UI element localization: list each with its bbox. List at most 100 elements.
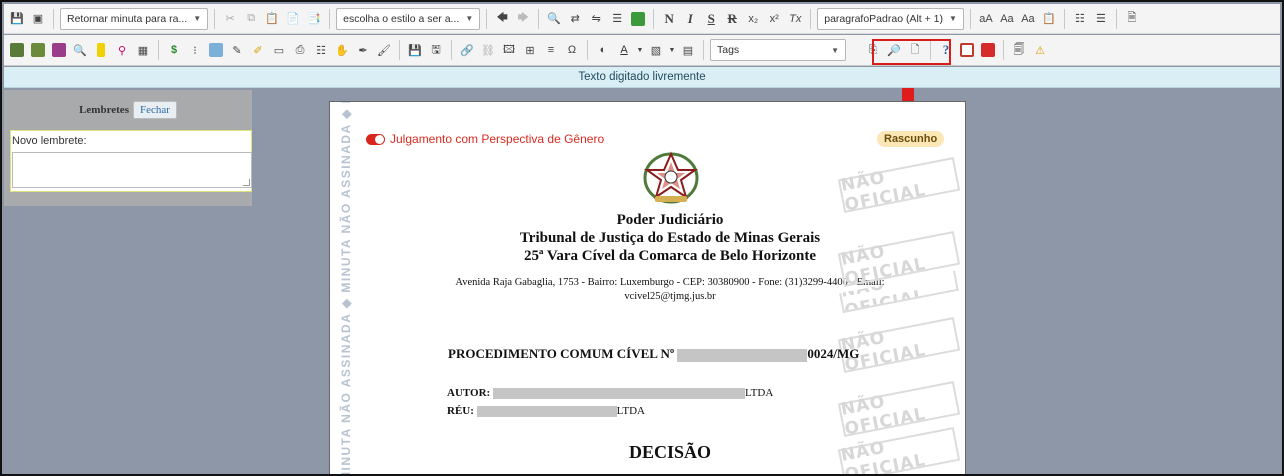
clear-format-button[interactable]: Tx [786, 10, 804, 28]
pencil-icon[interactable]: ✎ [228, 41, 246, 59]
image-icon[interactable]: 🖾 [500, 41, 518, 59]
toolbar-row-2: 🔍 ⚲ ▦ $ ⁝ ✎ ✐ ▭ ⎙ ☷ ✋ ✒ 🖌 💾 🖫 🔗 ⛓ 🖾 ⊞ ≡ … [4, 35, 1280, 66]
separator [969, 8, 971, 29]
chevron-down-icon[interactable]: ▼ [668, 41, 676, 59]
separator [1115, 8, 1117, 29]
new-reminder-box: Novo lembrete: [10, 130, 252, 192]
font-shrink-button[interactable]: Aa [998, 10, 1016, 28]
document-page[interactable]: MINUTA NÃO ASSINADA ◆ MINUTA NÃO ASSINAD… [329, 101, 966, 476]
case-suffix: 0024/MG [807, 346, 860, 361]
maximize-icon[interactable] [958, 41, 976, 59]
template-edit-icon[interactable] [50, 41, 68, 59]
save-all-icon[interactable]: 🖫 [427, 41, 445, 59]
spellcheck-icon[interactable] [629, 10, 647, 28]
save-icon[interactable]: 💾 [8, 10, 26, 28]
horizontal-rule-icon[interactable]: ≡ [542, 41, 560, 59]
redacted-plaintiff [492, 387, 745, 399]
tags-select[interactable]: Tags ▼ [710, 39, 846, 61]
paste-special-icon[interactable]: 📋 [1040, 10, 1058, 28]
bullet-list-icon[interactable]: ☰ [1092, 10, 1110, 28]
redo-icon[interactable]: 🡆 [514, 10, 532, 28]
defendant-label: RÉU: [447, 405, 474, 417]
reminders-header: Lembretes Fechar [4, 90, 252, 130]
unofficial-stamp: NÃO OFICIAL [837, 157, 961, 216]
grid-icon[interactable]: ☷ [312, 41, 330, 59]
paste-word-icon[interactable]: 📑 [305, 10, 323, 28]
tags-select-label: Tags [717, 44, 740, 56]
highlight-icon[interactable] [92, 41, 110, 59]
case-number-line: PROCEDIMENTO COMUM CÍVEL Nº 0024/MG [448, 346, 859, 362]
plaintiff-label: AUTOR: [447, 387, 491, 399]
unsigned-draft-watermark-text: MINUTA NÃO ASSINADA ◆ MINUTA NÃO ASSINAD… [339, 102, 353, 476]
link-icon[interactable]: ⚲ [113, 41, 131, 59]
find-replace-icon[interactable]: ⇋ [587, 10, 605, 28]
edit-icon[interactable] [207, 41, 225, 59]
highlight-annotation-box [872, 39, 951, 65]
separator [587, 40, 588, 60]
separator [399, 40, 400, 60]
underline-button[interactable]: S [702, 10, 720, 28]
italic-button[interactable]: I [681, 10, 699, 28]
close-red-icon[interactable] [979, 41, 997, 59]
special-char-button[interactable]: Ω [563, 41, 581, 59]
show-blocks-icon[interactable]: ▤ [679, 41, 697, 59]
chevron-down-icon: ▼ [949, 14, 957, 23]
numbered-list-icon[interactable]: ☷ [1071, 10, 1089, 28]
unlink-icon[interactable]: ⛓ [479, 41, 497, 59]
change-case-button[interactable]: Aa [1019, 10, 1037, 28]
table-icon[interactable]: ⊞ [521, 41, 539, 59]
calculator-icon[interactable]: ▦ [134, 41, 152, 59]
superscript-button[interactable]: x² [765, 10, 783, 28]
font-grow-button[interactable]: aA [977, 10, 995, 28]
return-draft-select[interactable]: Retornar minuta para ra... ▼ [60, 7, 209, 30]
find-icon[interactable]: 🔍 [545, 10, 563, 28]
strikethrough-button[interactable]: R [723, 10, 741, 28]
cut-icon[interactable]: ✂ [221, 10, 239, 28]
new-reminder-textarea[interactable] [12, 152, 252, 188]
gender-perspective-toggle[interactable] [366, 134, 385, 145]
bg-color-icon[interactable]: ▧ [647, 41, 665, 59]
page-icon[interactable]: ▭ [270, 41, 288, 59]
header-line-1: Poder Judiciário [616, 212, 724, 228]
style-select[interactable]: escolha o estilo a ser a... ▼ [336, 7, 481, 30]
contrast-icon[interactable]: ◐ [594, 41, 612, 59]
document-properties-icon[interactable]: 🗎 [1123, 10, 1141, 28]
editing-mode-bar: Texto digitado livremente [4, 67, 1280, 88]
undo-icon[interactable]: 🡄 [493, 10, 511, 28]
paste-text-icon[interactable]: 📄 [284, 10, 302, 28]
save-small-icon[interactable]: 💾 [406, 41, 424, 59]
template-icon[interactable] [8, 41, 26, 59]
hand-icon[interactable]: ✋ [333, 41, 351, 59]
brush-icon[interactable]: 🖌 [375, 41, 393, 59]
replace-icon[interactable]: ⇄ [566, 10, 584, 28]
insert-link-icon[interactable]: 🔗 [458, 41, 476, 59]
select-all-icon[interactable]: ☰ [608, 10, 626, 28]
warning-icon[interactable]: ⚠ [1031, 41, 1049, 59]
copy-icon[interactable]: ⧉ [242, 10, 260, 28]
zoom-icon[interactable]: 🔍 [71, 41, 89, 59]
columns-icon[interactable]: ⁝ [186, 41, 204, 59]
decision-title: DECISÃO [628, 442, 712, 462]
separator [1003, 40, 1004, 60]
bold-button[interactable]: N [660, 10, 678, 28]
redacted-case-number [677, 348, 808, 362]
subscript-button[interactable]: x₂ [744, 10, 762, 28]
style-select-label: escolha o estilo a ser a... [343, 12, 460, 25]
paragraph-style-select[interactable]: paragrafoPadrao (Alt + 1) ▼ [817, 7, 964, 30]
chevron-down-icon[interactable]: ▼ [636, 41, 644, 59]
marker-icon[interactable]: ✐ [249, 41, 267, 59]
unofficial-stamp: NÃO OFICIAL [837, 317, 961, 376]
text-color-icon[interactable]: A [615, 41, 633, 59]
export-icon[interactable]: 🗐 [1010, 41, 1028, 59]
print-icon[interactable]: ⎙ [291, 41, 309, 59]
template-add-icon[interactable] [29, 41, 47, 59]
close-reminders-button[interactable]: Fechar [132, 101, 177, 119]
chevron-down-icon: ▼ [193, 14, 202, 23]
paste-icon[interactable]: 📋 [263, 10, 281, 28]
currency-icon[interactable]: $ [165, 41, 183, 59]
reminders-title: Lembretes [79, 104, 129, 116]
separator [538, 8, 540, 29]
pen-icon[interactable]: ✒ [354, 41, 372, 59]
separator [451, 40, 452, 60]
save-as-icon[interactable]: ▣ [29, 10, 47, 28]
